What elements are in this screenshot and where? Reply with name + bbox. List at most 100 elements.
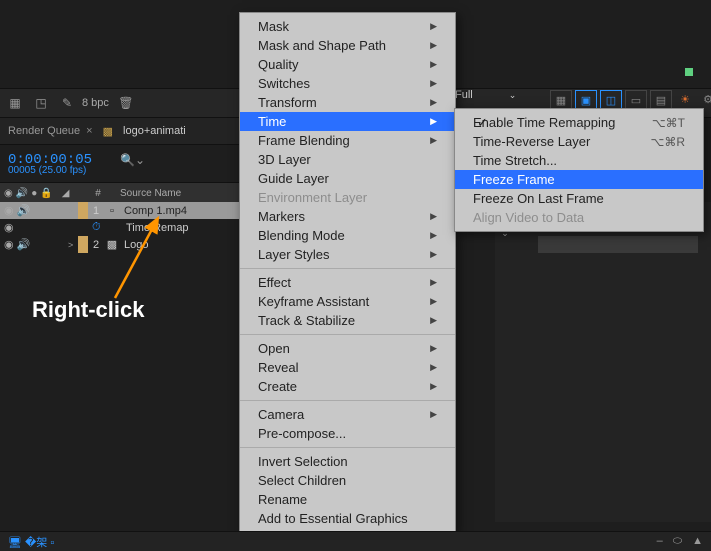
menu-item[interactable]: Freeze On Last Frame bbox=[455, 189, 703, 208]
transparency-grid-icon[interactable]: ▦ bbox=[550, 90, 572, 110]
settings-icon[interactable]: ⚙ bbox=[698, 90, 711, 108]
submenu-arrow-icon: ▶ bbox=[430, 230, 437, 241]
check-icon: ✓ bbox=[477, 115, 488, 131]
submenu-arrow-icon: ▶ bbox=[430, 315, 437, 326]
submenu-arrow-icon: ▶ bbox=[430, 296, 437, 307]
layer-name[interactable]: Logo bbox=[120, 239, 148, 251]
menu-item[interactable]: Switches▶ bbox=[240, 74, 455, 93]
submenu-arrow-icon: ▶ bbox=[430, 409, 437, 420]
timeline-tabs: Render Queue × ▩ logo+animati bbox=[0, 118, 256, 145]
marker-dot bbox=[685, 68, 693, 76]
menu-item[interactable]: Time▶ bbox=[240, 112, 455, 131]
twirl-icon[interactable]: > bbox=[68, 240, 78, 250]
menu-item[interactable]: Pre-compose... bbox=[240, 424, 455, 443]
audio-icon[interactable]: 🔊 bbox=[17, 204, 31, 217]
menu-item[interactable]: Create▶ bbox=[240, 377, 455, 396]
eye-icon[interactable]: ◉ bbox=[4, 238, 14, 251]
menu-item[interactable]: Frame Blending▶ bbox=[240, 131, 455, 150]
menu-item[interactable]: Keyframe Assistant▶ bbox=[240, 292, 455, 311]
layer-type-icon: ▩ bbox=[104, 238, 120, 251]
adjust-icon[interactable]: ☀ bbox=[675, 90, 695, 108]
trash-icon[interactable]: 🗑 bbox=[117, 94, 135, 112]
layer-row[interactable]: ◉🔊>1▫Comp 1.mp4 bbox=[0, 202, 240, 219]
number-column: # bbox=[88, 188, 108, 199]
zoom-out-icon[interactable]: – bbox=[657, 535, 663, 548]
audio-icon[interactable]: 🔊 bbox=[17, 238, 31, 251]
menu-item[interactable]: Quality▶ bbox=[240, 55, 455, 74]
tab-render-queue[interactable]: Render Queue bbox=[8, 125, 80, 137]
label-color[interactable] bbox=[78, 202, 88, 219]
menu-item[interactable]: Camera▶ bbox=[240, 405, 455, 424]
submenu-arrow-icon: ▶ bbox=[430, 97, 437, 108]
comp-icon: ▩ bbox=[103, 125, 113, 138]
bottom-bar: 🖥 �架 ▫ – ⬭ ▲ bbox=[0, 531, 711, 551]
search-icon[interactable]: 🔍⌄ bbox=[120, 153, 145, 167]
label-column-icon[interactable]: ◢ bbox=[62, 188, 70, 199]
audio-column-icon[interactable]: 🔊 bbox=[16, 188, 28, 199]
menu-separator bbox=[240, 400, 455, 401]
menu-item[interactable]: Open▶ bbox=[240, 339, 455, 358]
menu-item[interactable]: Mask and Shape Path▶ bbox=[240, 36, 455, 55]
menu-item[interactable]: ✓Enable Time Remapping⌥⌘T bbox=[455, 113, 703, 132]
menu-separator bbox=[240, 334, 455, 335]
layer-type-icon: ▫ bbox=[104, 205, 120, 217]
layer-row[interactable]: ◉ ⏱ Time Remap bbox=[0, 219, 240, 236]
layer-bar-2[interactable] bbox=[538, 236, 698, 253]
solo-column-icon[interactable]: ● bbox=[31, 188, 37, 199]
viewer-buttons: ▦ ▣ ◫ ▭ ▤ ☀ ⚙ bbox=[550, 90, 711, 110]
eye-icon[interactable]: ◉ bbox=[4, 221, 14, 234]
twirl-icon[interactable]: > bbox=[68, 206, 78, 216]
panel-menu-icon[interactable]: ▦ bbox=[6, 94, 24, 112]
submenu-arrow-icon: ▶ bbox=[430, 116, 437, 127]
menu-item[interactable]: Guide Layer bbox=[240, 169, 455, 188]
submenu-arrow-icon: ▶ bbox=[430, 343, 437, 354]
stopwatch-icon[interactable]: ⏱ bbox=[92, 221, 106, 234]
shortcut-label: ⌥⌘T bbox=[652, 116, 685, 130]
submenu-arrow-icon: ▶ bbox=[430, 211, 437, 222]
menu-item[interactable]: Add to Essential Graphics bbox=[240, 509, 455, 528]
source-name-column[interactable]: Source Name bbox=[108, 188, 181, 199]
timeline-area[interactable] bbox=[495, 202, 711, 522]
brush-icon[interactable]: ✎ bbox=[58, 94, 76, 112]
submenu-arrow-icon: ▶ bbox=[430, 381, 437, 392]
layer-row[interactable]: ◉🔊>2▩Logo bbox=[0, 236, 240, 253]
menu-item[interactable]: Time Stretch... bbox=[455, 151, 703, 170]
lock-column-icon[interactable]: 🔒 bbox=[40, 188, 52, 199]
bit-depth-label[interactable]: 8 bpc bbox=[82, 97, 109, 109]
menu-item[interactable]: Mask▶ bbox=[240, 17, 455, 36]
zoom-handle-icon[interactable]: ⬭ bbox=[673, 535, 682, 548]
menu-item[interactable]: Invert Selection bbox=[240, 452, 455, 471]
toggle-switches-icon[interactable]: 🖥 �架 ▫ bbox=[8, 534, 54, 550]
menu-item[interactable]: Transform▶ bbox=[240, 93, 455, 112]
submenu-arrow-icon: ▶ bbox=[430, 40, 437, 51]
layer-name[interactable]: Time Remap bbox=[122, 222, 189, 234]
guides-icon[interactable]: ▤ bbox=[650, 90, 672, 110]
safe-zones-icon[interactable]: ▣ bbox=[575, 90, 597, 110]
menu-item[interactable]: Reveal▶ bbox=[240, 358, 455, 377]
menu-item[interactable]: Time-Reverse Layer⌥⌘R bbox=[455, 132, 703, 151]
menu-item[interactable]: Track & Stabilize▶ bbox=[240, 311, 455, 330]
layer-columns-header: ◉ 🔊 ● 🔒 ◢ # Source Name bbox=[0, 182, 240, 204]
submenu-arrow-icon: ▶ bbox=[430, 135, 437, 146]
menu-item[interactable]: Markers▶ bbox=[240, 207, 455, 226]
submenu-arrow-icon: ▶ bbox=[430, 59, 437, 70]
menu-item[interactable]: Blending Mode▶ bbox=[240, 226, 455, 245]
annotation-label: Right-click bbox=[32, 297, 144, 323]
tab-comp[interactable]: logo+animati bbox=[123, 125, 186, 137]
menu-item[interactable]: Effect▶ bbox=[240, 273, 455, 292]
tool-icon[interactable]: ◳ bbox=[32, 94, 50, 112]
eye-column-icon[interactable]: ◉ bbox=[4, 188, 13, 199]
menu-item[interactable]: Freeze Frame bbox=[455, 170, 703, 189]
zoom-in-icon[interactable]: ▲ bbox=[692, 535, 703, 548]
mask-visibility-icon[interactable]: ◫ bbox=[600, 90, 622, 110]
eye-icon[interactable]: ◉ bbox=[4, 204, 14, 217]
menu-item[interactable]: Rename bbox=[240, 490, 455, 509]
close-icon[interactable]: × bbox=[86, 125, 92, 137]
grid-icon[interactable]: ▭ bbox=[625, 90, 647, 110]
resolution-select[interactable]: Full ⌄ bbox=[455, 89, 515, 101]
layer-name[interactable]: Comp 1.mp4 bbox=[120, 205, 187, 217]
menu-item[interactable]: 3D Layer bbox=[240, 150, 455, 169]
menu-item[interactable]: Layer Styles▶ bbox=[240, 245, 455, 264]
label-color[interactable] bbox=[78, 236, 88, 253]
menu-item[interactable]: Select Children bbox=[240, 471, 455, 490]
